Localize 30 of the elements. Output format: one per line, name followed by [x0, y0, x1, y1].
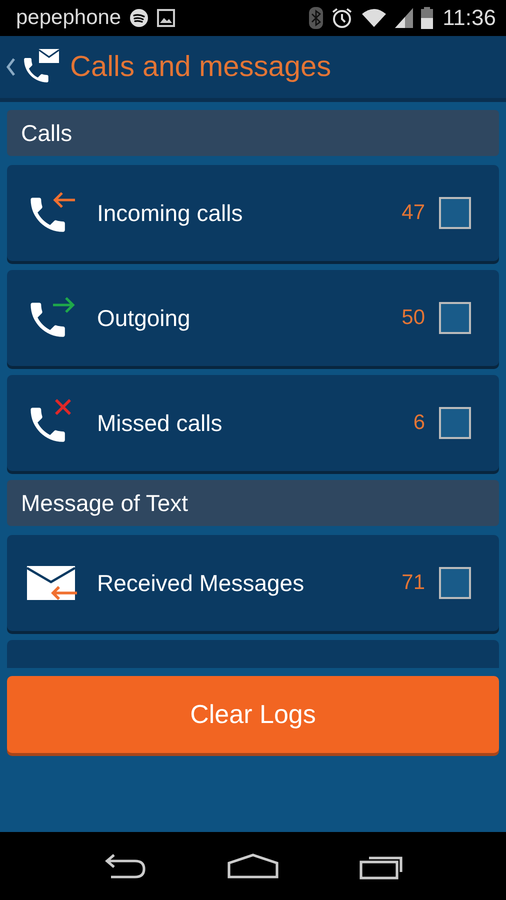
- checkbox[interactable]: [439, 302, 471, 334]
- item-count: 50: [402, 306, 425, 330]
- alarm-clock-icon: [330, 7, 353, 29]
- wifi-icon: [360, 8, 387, 28]
- list-item-card[interactable]: Missed calls 6: [7, 375, 499, 471]
- spotify-icon: [129, 8, 150, 28]
- signal-icon: [394, 8, 413, 28]
- item-label: Outgoing: [97, 304, 192, 332]
- checkbox[interactable]: [439, 567, 471, 599]
- clock-time: 11:36: [442, 5, 496, 31]
- item-label: Received Messages: [97, 570, 306, 596]
- list-item-card[interactable]: Outgoing 50: [7, 270, 499, 366]
- item-count: 47: [402, 201, 425, 225]
- bluetooth-icon: [308, 7, 323, 29]
- checkbox[interactable]: [439, 407, 471, 439]
- section-header: Calls: [7, 110, 499, 156]
- item-label: Incoming calls: [97, 200, 244, 226]
- list-item-card[interactable]: Incoming calls 47: [7, 165, 499, 261]
- section-header: Message of Text: [7, 480, 499, 526]
- image-icon: [157, 9, 176, 27]
- home-icon[interactable]: [226, 853, 280, 879]
- checkbox[interactable]: [439, 197, 471, 229]
- battery-icon: [420, 7, 433, 29]
- back-chevron-icon[interactable]: [6, 57, 16, 77]
- list-item-card[interactable]: Received Messages 71: [7, 535, 499, 631]
- item-label: Missed calls: [97, 410, 224, 436]
- carrier-name: pepephone: [16, 6, 122, 30]
- item-count: 6: [413, 411, 425, 435]
- item-count: 71: [402, 571, 425, 595]
- screen-title: Calls and messages: [70, 50, 332, 84]
